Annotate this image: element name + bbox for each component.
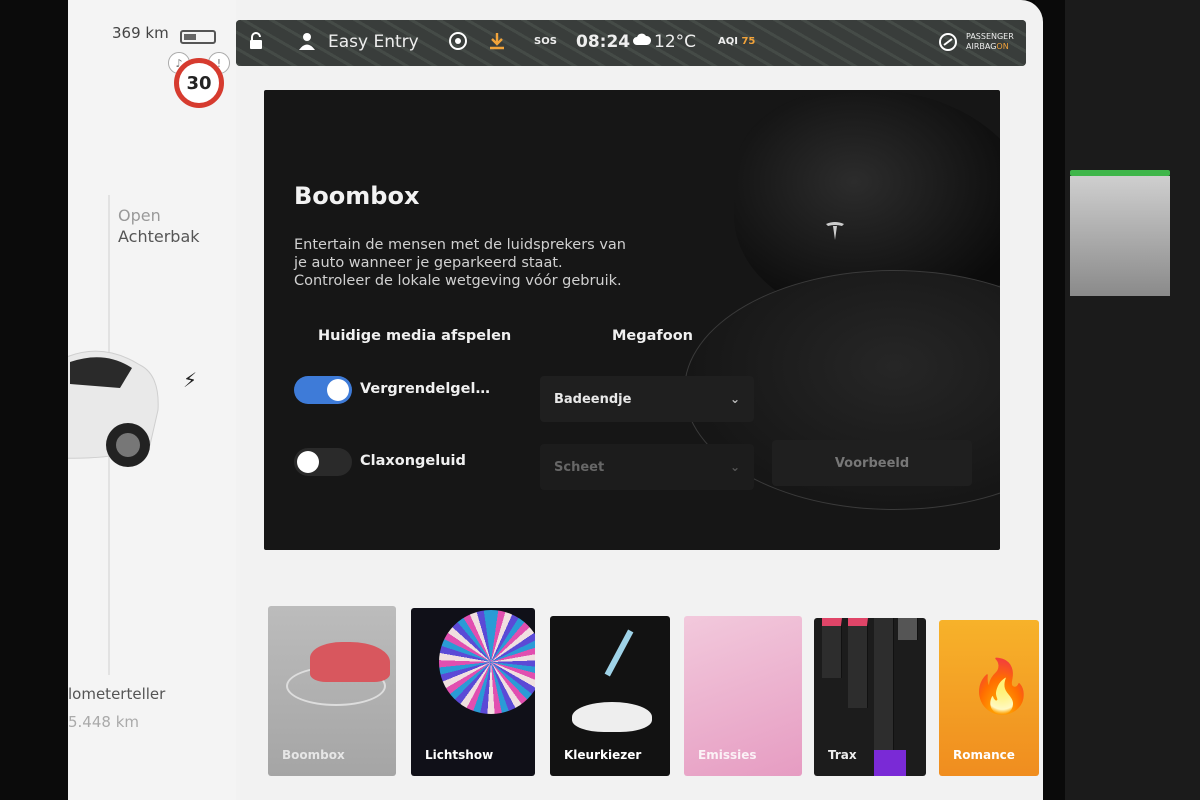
download-icon[interactable] <box>488 31 506 56</box>
tesla-logo-icon <box>824 220 846 246</box>
tile-boombox[interactable]: Boombox <box>268 606 396 776</box>
driver-profile[interactable]: Easy Entry <box>328 32 419 52</box>
sos-button[interactable]: SOS <box>534 36 557 47</box>
trunk-label-open: Open <box>118 206 161 225</box>
air-quality: AQI 75 <box>718 36 755 47</box>
chevron-down-icon: ⌄ <box>729 392 740 406</box>
odometer: lometerteller 5.448 km <box>68 680 165 736</box>
dashcam-icon[interactable] <box>448 31 468 56</box>
boombox-title: Boombox <box>294 182 420 210</box>
toybox-tiles: Boombox Lichtshow Kleurkiezer Emissies T <box>268 576 1043 776</box>
lock-sound-toggle[interactable] <box>294 376 352 404</box>
tile-label: Emissies <box>698 748 757 762</box>
tile-romance[interactable]: 🔥 Romance <box>939 620 1039 776</box>
preview-button[interactable]: Voorbeeld <box>772 440 972 486</box>
tile-label: Boombox <box>282 748 345 762</box>
horn-sound-value: Scheet <box>554 459 605 475</box>
airbag-state: ON <box>996 42 1009 51</box>
tile-emissions[interactable]: Emissies <box>684 616 802 776</box>
airbag-line2: AIRBAG <box>966 42 997 51</box>
column-megaphone[interactable]: Megafoon <box>612 328 693 344</box>
outside-temperature: 12°C <box>654 32 697 52</box>
chevron-down-icon: ⌄ <box>729 460 740 474</box>
passenger-airbag-status: PASSENGER AIRBAGON <box>966 32 1014 52</box>
description-line-2: je auto wanneer je geparkeerd staat. <box>294 255 563 271</box>
odometer-label: lometerteller <box>68 685 166 703</box>
left-bezel <box>0 0 68 800</box>
description-line-3: Controleer de lokale wetgeving vóór gebr… <box>294 273 622 289</box>
aqi-value: 75 <box>741 36 756 47</box>
horn-sound-select[interactable]: Scheet ⌄ <box>540 444 754 490</box>
tile-color-picker[interactable]: Kleurkiezer <box>550 616 670 776</box>
lock-sound-value: Badeendje <box>554 391 632 407</box>
speed-limit-value: 30 <box>186 72 212 94</box>
column-current-media[interactable]: Huidige media afspelen <box>318 328 511 344</box>
trunk-label-name: Achterbak <box>118 227 200 246</box>
lock-sound-label: Vergrendelgel… <box>360 381 490 397</box>
horn-sound-toggle[interactable] <box>294 448 352 476</box>
tile-label: Trax <box>828 748 857 762</box>
tile-label: Romance <box>953 748 1015 762</box>
lock-icon[interactable] <box>246 31 266 56</box>
car-icon <box>310 642 390 682</box>
campfire-icon: 🔥 <box>969 657 1034 717</box>
boombox-panel: Boombox Entertain de mensen met de luids… <box>264 90 1000 550</box>
tile-trax[interactable]: Trax <box>814 618 926 776</box>
car-model-icon <box>572 702 652 732</box>
horn-sound-label: Claxongeluid <box>360 453 466 469</box>
right-bezel <box>1035 0 1200 800</box>
description-line-1: Entertain de mensen met de luidsprekers … <box>294 237 626 253</box>
piano-key-icon <box>848 618 868 708</box>
bolt-icon: ⚡ <box>183 368 198 392</box>
status-bar: Easy Entry SOS 08:24 12°C AQI 75 PASSENG… <box>236 20 1026 66</box>
aqi-label: AQI <box>718 36 738 47</box>
dropper-icon <box>604 629 634 677</box>
tile-lightshow[interactable]: Lichtshow <box>411 608 535 776</box>
boombox-description: Entertain de mensen met de luidsprekers … <box>294 236 644 290</box>
person-icon[interactable] <box>298 31 316 56</box>
disco-ball-icon <box>439 610 535 714</box>
airbag-line1: PASSENGER <box>966 32 1014 41</box>
tile-label: Lichtshow <box>425 748 494 762</box>
vehicle-panel: 369 km ♪ ! 30 Open Achterbak ⚡ lometerte… <box>68 0 236 800</box>
range-readout: 369 km <box>112 24 169 42</box>
touchscreen: 369 km ♪ ! 30 Open Achterbak ⚡ lometerte… <box>68 0 1043 800</box>
tile-label: Kleurkiezer <box>564 748 642 762</box>
clock: 08:24 <box>576 32 631 52</box>
airbag-icon <box>938 32 958 57</box>
cloud-icon <box>632 31 652 52</box>
car-image <box>68 350 159 467</box>
piano-key-icon <box>822 618 842 678</box>
photo-frame: 369 km ♪ ! 30 Open Achterbak ⚡ lometerte… <box>0 0 1200 800</box>
battery-icon <box>180 30 216 44</box>
piano-key-icon <box>898 618 918 640</box>
lock-sound-select[interactable]: Badeendje ⌄ <box>540 376 754 422</box>
speed-limit-sign: 30 <box>174 58 224 108</box>
odometer-value: 5.448 km <box>68 713 140 731</box>
open-trunk-button[interactable]: Open Achterbak <box>118 205 200 247</box>
